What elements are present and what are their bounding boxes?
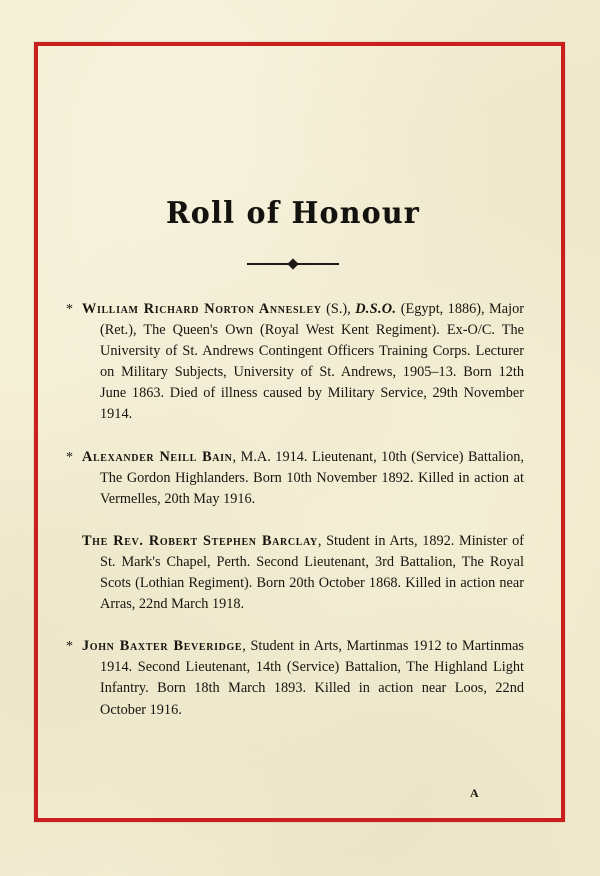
entry-post-nominal: D.S.O. [355, 301, 397, 317]
entry-name: The Rev. Robert Stephen Barclay [82, 532, 318, 549]
entry-name: William Richard Norton Annesley [82, 301, 322, 317]
entry-name-suffix: (S.), [321, 301, 356, 317]
roll-entry: * Alexander Neill Bain, M.A. 1914. Lieute… [62, 447, 524, 510]
page-content: Roll of Honour * William Richard Norton A… [62, 196, 524, 721]
roll-entry: * John Baxter Beveridge, Student in Arts,… [62, 636, 524, 720]
entry-asterisk-marker: * [66, 639, 73, 655]
page-title: Roll of Honour [165, 196, 421, 231]
entry-asterisk-marker: * [66, 449, 73, 465]
diamond-rule-divider-icon [247, 257, 339, 271]
signature-mark: A [470, 786, 480, 800]
roll-of-honour-entry-list: * William Richard Norton Annesley (S.), D… [62, 299, 524, 721]
entry-body-text: (Egypt, 1886), Major (Ret.), The Queen's… [100, 301, 524, 423]
divider-diamond-icon [287, 257, 299, 270]
roll-entry: * William Richard Norton Annesley (S.), D… [62, 299, 524, 426]
roll-entry: The Rev. Robert Stephen Barclay, Student… [62, 531, 524, 615]
entry-name-suffix: , [232, 448, 241, 465]
entry-name: John Baxter Beveridge [82, 638, 243, 655]
scanned-page: Roll of Honour * William Richard Norton A… [0, 0, 600, 876]
entry-name: Alexander Neill Bain [82, 448, 233, 465]
entry-asterisk-marker: * [66, 302, 73, 317]
entry-name-suffix: , [317, 532, 327, 549]
